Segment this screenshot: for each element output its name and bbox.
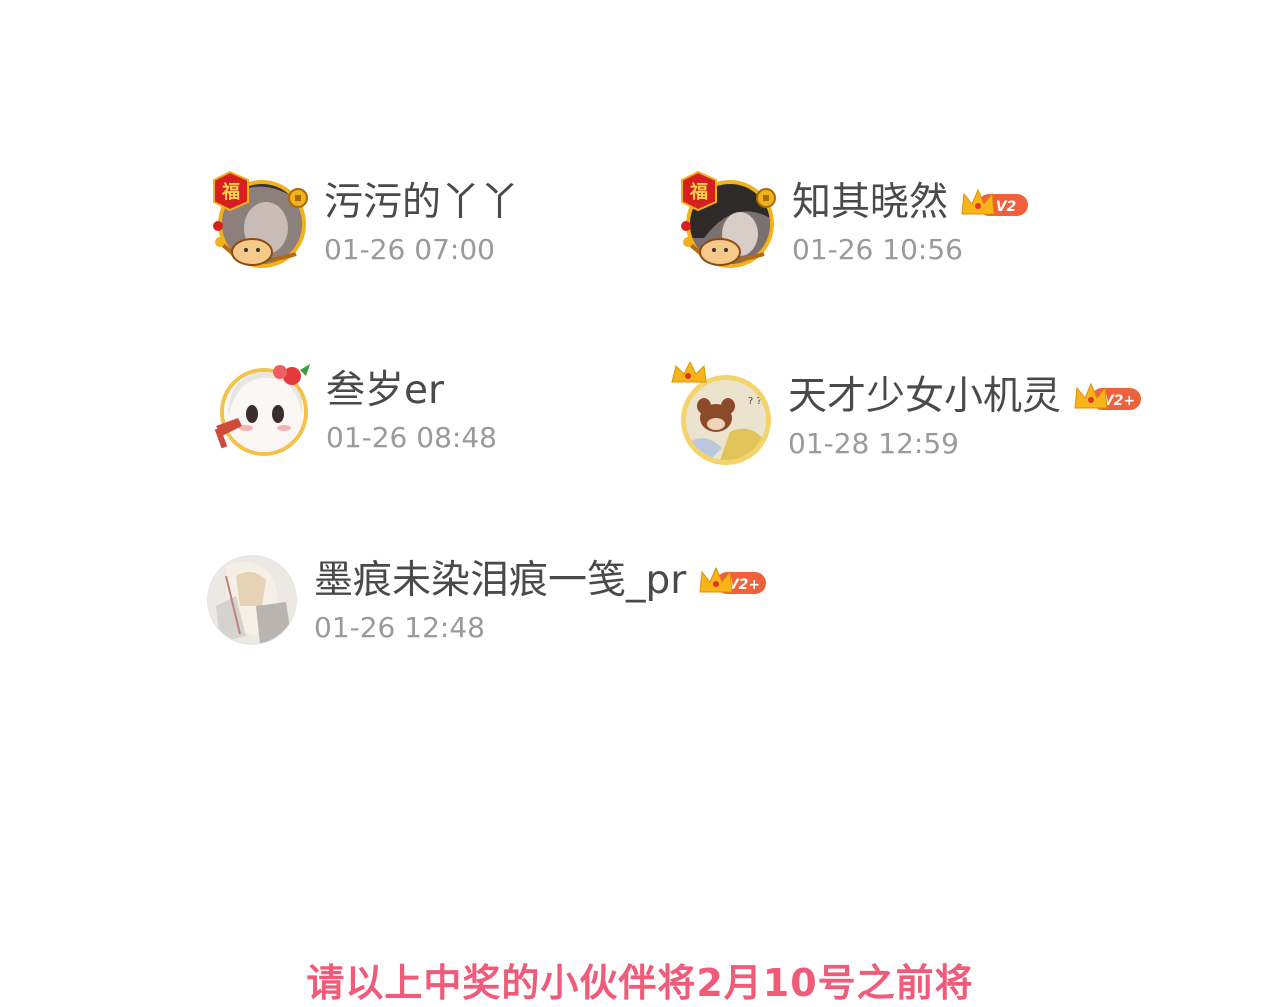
- user-card-2[interactable]: 福 知其晓然 V2 01-26 10:56: [674, 168, 1030, 276]
- user-name[interactable]: 叁岁er: [326, 367, 444, 415]
- user-name[interactable]: 墨痕未染泪痕一笺_pr: [314, 557, 686, 605]
- avatar[interactable]: [208, 356, 316, 464]
- post-time: 01-26 10:56: [792, 232, 963, 266]
- vip-level: V2+: [728, 577, 760, 593]
- avatar[interactable]: [196, 546, 304, 654]
- vip-level: V2+: [1103, 393, 1135, 409]
- user-name[interactable]: 天才少女小机灵: [788, 373, 1061, 421]
- user-card-1[interactable]: 福 污污的丫丫 01-26 07:00: [206, 168, 519, 276]
- post-time: 01-26 08:48: [326, 420, 497, 454]
- post-time: 01-26 12:48: [314, 610, 485, 644]
- vip-badge-icon: V2+: [698, 564, 768, 598]
- post-time: 01-28 12:59: [788, 426, 959, 460]
- vip-badge-icon: V2: [960, 186, 1030, 220]
- user-card-4[interactable]: ? ? 天才少女小机灵 V2+ 01-28 12:59: [670, 360, 1143, 470]
- svg-text:福: 福: [689, 181, 708, 203]
- user-name[interactable]: 污污的丫丫: [324, 179, 519, 227]
- avatar[interactable]: 福: [674, 168, 782, 276]
- winner-notice-text: 请以上中奖的小伙伴将2月10号之前将: [306, 961, 974, 1005]
- user-card-3[interactable]: 叁岁er 01-26 08:48: [208, 356, 497, 464]
- avatar[interactable]: ? ?: [670, 360, 778, 470]
- svg-text:福: 福: [221, 181, 240, 203]
- vip-level: V2: [996, 199, 1017, 215]
- vip-badge-icon: V2+: [1073, 380, 1143, 414]
- avatar[interactable]: 福: [206, 168, 314, 276]
- user-name[interactable]: 知其晓然: [792, 179, 948, 227]
- user-card-5[interactable]: 墨痕未染泪痕一笺_pr V2+ 01-26 12:48: [196, 546, 768, 654]
- post-time: 01-26 07:00: [324, 232, 495, 266]
